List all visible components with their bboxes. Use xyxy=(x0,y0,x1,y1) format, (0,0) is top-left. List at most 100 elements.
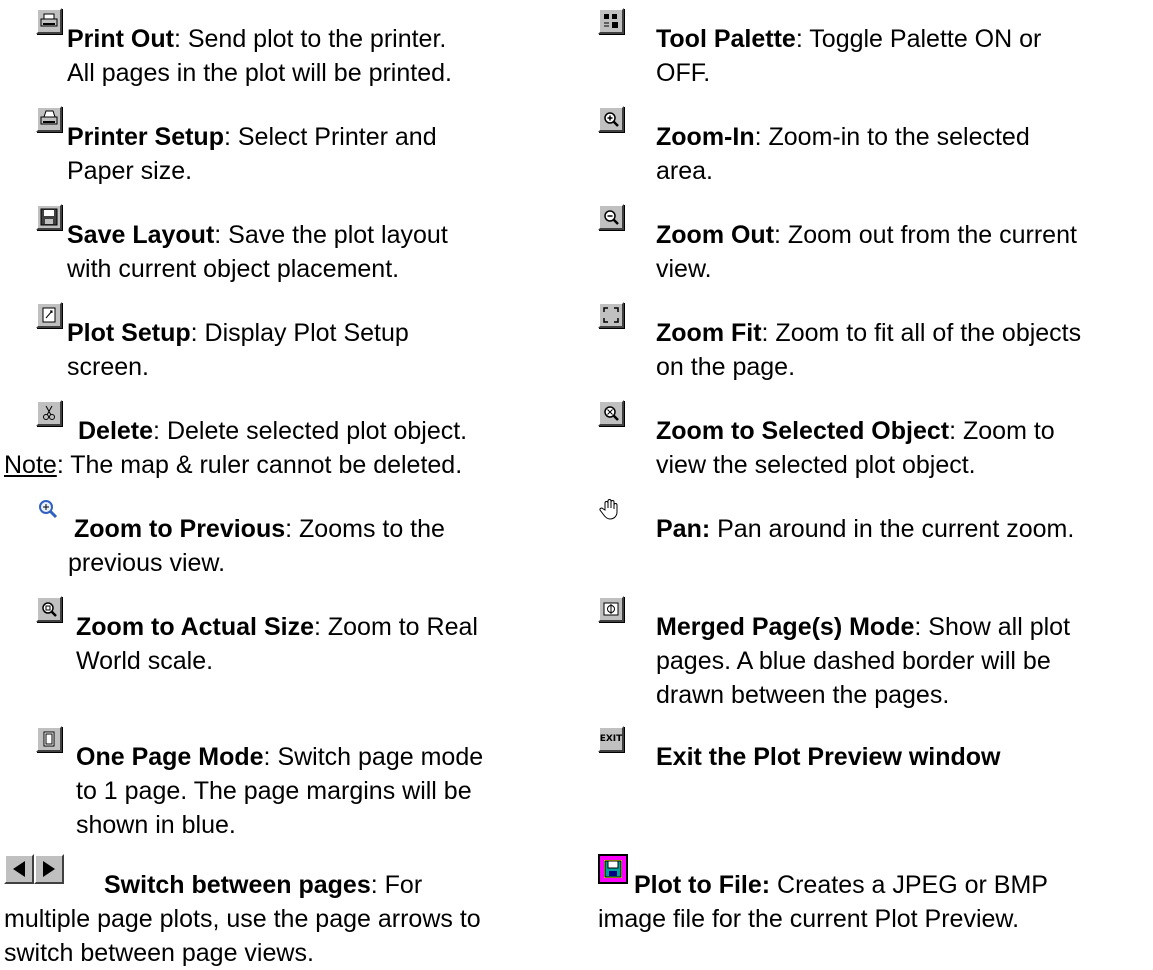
plot-to-file-entry: Plot to File: Creates a JPEG or BMP imag… xyxy=(598,854,1148,936)
entry-desc: Zoom out from the current xyxy=(780,221,1077,249)
printer-setup-icon[interactable] xyxy=(36,106,62,132)
entry-line2: to 1 page. The page margins will be xyxy=(76,777,472,805)
exit-icon-label: EXIT xyxy=(599,734,623,744)
entry-desc: Send plot to the printer. xyxy=(180,25,447,53)
delete-entry: Delete: Delete selected plot object. Not… xyxy=(4,400,576,482)
exit-entry: EXIT Exit the Plot Preview window xyxy=(598,726,1148,774)
entry-sep: : xyxy=(313,613,321,641)
zoom-previous-icon[interactable] xyxy=(36,496,60,530)
entry-sep: : xyxy=(774,221,781,249)
entry-desc: Zoom to fit all of the objects xyxy=(768,319,1082,347)
floppy-disk-icon[interactable] xyxy=(36,204,62,230)
entry-sep: : xyxy=(190,319,198,347)
exit-icon[interactable]: EXIT xyxy=(598,726,624,752)
note-label: Note xyxy=(4,451,57,479)
one-page-mode-icon[interactable] xyxy=(36,726,62,752)
entry-line3: shown in blue. xyxy=(76,811,236,839)
entry-line2: multiple page plots, use the page arrows… xyxy=(4,905,481,933)
page-arrows-icon[interactable] xyxy=(4,854,66,884)
switch-pages-entry: Switch between pages: For multiple page … xyxy=(4,854,576,970)
merged-pages-entry: Merged Page(s) Mode: Show all plot pages… xyxy=(598,596,1148,712)
print-out-entry: Print Out: Send plot to the printer. All… xyxy=(36,8,576,90)
entry-line2: previous view. xyxy=(68,549,226,577)
entry-sep: : xyxy=(223,123,231,151)
entry-desc: Zoom-in to the selected xyxy=(761,123,1030,151)
plot-setup-entry: Plot Setup: Display Plot Setup screen. xyxy=(36,302,576,384)
pan-entry: Pan: Pan around in the current zoom. xyxy=(598,498,1148,546)
merged-pages-icon[interactable] xyxy=(598,596,624,622)
plot-setup-icon[interactable] xyxy=(36,302,62,328)
entry-desc: Switch page mode xyxy=(270,743,484,771)
entry-sep: : xyxy=(795,25,803,53)
entry-title: Exit the Plot Preview window xyxy=(656,743,1001,771)
zoom-actual-size-entry: Zoom to Actual Size: Zoom to Real World … xyxy=(36,596,576,678)
delete-note: Note: The map & ruler cannot be deleted. xyxy=(4,448,576,482)
entry-desc: Pan around in the current zoom. xyxy=(710,515,1075,543)
entry-title: Zoom Out xyxy=(656,221,775,249)
entry-line2: All pages in the plot will be printed. xyxy=(67,59,452,87)
zoom-in-icon[interactable] xyxy=(598,106,624,132)
entry-line2: view the selected plot object. xyxy=(656,451,976,479)
entry-sep: : xyxy=(263,743,271,771)
entry-sep: : xyxy=(173,25,181,53)
entry-line2: image file for the current Plot Preview. xyxy=(598,905,1020,933)
entry-line2: view. xyxy=(656,255,712,283)
zoom-out-icon[interactable] xyxy=(598,204,624,230)
entry-desc: Zooms to the xyxy=(292,515,445,543)
scissors-icon[interactable] xyxy=(36,400,62,426)
entry-desc: Zoom to xyxy=(956,417,1055,445)
entry-title: Save Layout xyxy=(67,221,215,249)
entry-sep: : xyxy=(754,123,762,151)
zoom-out-entry: Zoom Out: Zoom out from the current view… xyxy=(598,204,1148,286)
entry-title: Print Out xyxy=(67,25,174,53)
entry-line2: pages. A blue dashed border will be xyxy=(656,647,1051,675)
entry-title: One Page Mode xyxy=(76,743,264,771)
save-layout-entry: Save Layout: Save the plot layout with c… xyxy=(36,204,576,286)
entry-title: Zoom-In xyxy=(656,123,755,151)
one-page-mode-entry: One Page Mode: Switch page mode to 1 pag… xyxy=(36,726,576,842)
entry-desc: Select Printer and xyxy=(230,123,437,151)
entry-line3: drawn between the pages. xyxy=(656,681,950,709)
next-page-arrow[interactable] xyxy=(34,854,64,884)
printer-icon[interactable] xyxy=(36,8,62,34)
entry-desc: Toggle Palette ON or xyxy=(802,25,1042,53)
entry-desc: Zoom to Real xyxy=(320,613,478,641)
entry-title: Pan: xyxy=(656,515,711,543)
entry-title: Plot to File: xyxy=(634,871,771,899)
entry-desc: Show all plot xyxy=(921,613,1071,641)
entry-line2: Paper size. xyxy=(67,157,193,185)
entry-line2: screen. xyxy=(67,353,149,381)
prev-page-arrow[interactable] xyxy=(4,854,34,884)
zoom-actual-size-icon[interactable] xyxy=(36,596,62,622)
zoom-fit-entry: Zoom Fit: Zoom to fit all of the objects… xyxy=(598,302,1148,384)
note-text: : The map & ruler cannot be deleted. xyxy=(56,451,463,479)
plot-to-file-icon[interactable] xyxy=(598,854,628,884)
entry-line2: with current object placement. xyxy=(67,255,400,283)
printer-setup-entry: Printer Setup: Select Printer and Paper … xyxy=(36,106,576,188)
entry-line2: area. xyxy=(656,157,713,185)
entry-title: Plot Setup xyxy=(67,319,191,347)
entry-sep: : xyxy=(370,871,378,899)
tool-palette-entry: Tool Palette: Toggle Palette ON or OFF. xyxy=(598,8,1148,90)
entry-title: Zoom to Selected Object xyxy=(656,417,950,445)
entry-line2: World scale. xyxy=(76,647,214,675)
entry-line2: OFF. xyxy=(656,59,711,87)
zoom-selected-object-icon[interactable] xyxy=(598,400,624,426)
entry-title: Delete xyxy=(78,417,154,445)
pan-hand-icon[interactable] xyxy=(598,496,624,531)
tool-palette-icon[interactable] xyxy=(598,8,624,34)
zoom-selected-entry: Zoom to Selected Object: Zoom to view th… xyxy=(598,400,1148,482)
entry-sep: : xyxy=(153,417,160,445)
entry-title: Tool Palette xyxy=(656,25,796,53)
entry-title: Zoom to Previous xyxy=(74,515,286,543)
zoom-fit-icon[interactable] xyxy=(598,302,624,328)
entry-line3: switch between page views. xyxy=(4,939,314,967)
entry-line2: on the page. xyxy=(656,353,796,381)
zoom-in-entry: Zoom-In: Zoom-in to the selected area. xyxy=(598,106,1148,188)
entry-desc: For xyxy=(377,871,423,899)
entry-desc: Creates a JPEG or BMP xyxy=(770,871,1048,899)
entry-title: Merged Page(s) Mode xyxy=(656,613,915,641)
zoom-previous-entry: Zoom to Previous: Zooms to the previous … xyxy=(36,498,576,580)
entry-title: Switch between pages xyxy=(104,871,371,899)
entry-desc: Delete selected plot object. xyxy=(160,417,468,445)
